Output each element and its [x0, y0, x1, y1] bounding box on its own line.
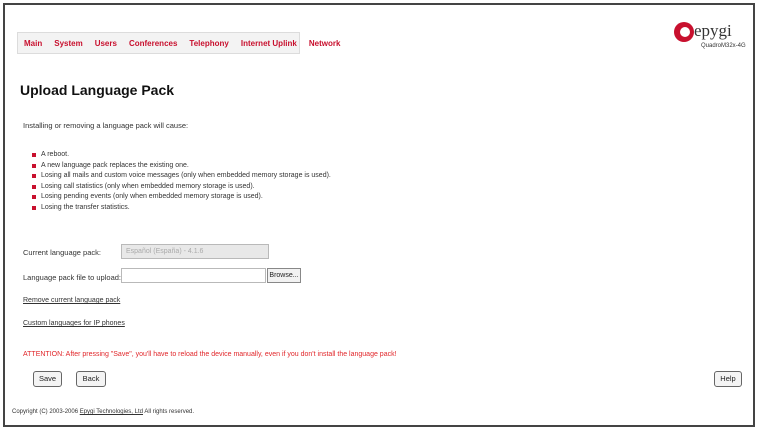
menu-item-system[interactable]: System: [54, 39, 82, 48]
back-button[interactable]: Back: [76, 371, 106, 387]
browse-button[interactable]: Browse...: [267, 268, 301, 283]
copyright-prefix: Copyright (C) 2003-2006: [12, 409, 79, 415]
copyright-suffix: All rights reserved.: [144, 409, 195, 415]
footer-copyright: Copyright (C) 2003-2006 Epygi Technologi…: [12, 409, 194, 415]
list-item: A reboot.: [32, 150, 331, 161]
save-button[interactable]: Save: [33, 371, 62, 387]
menu-item-network[interactable]: Network: [309, 39, 341, 48]
list-item: Losing the transfer statistics.: [32, 203, 331, 214]
device-model: QuadroM32x-4G: [701, 43, 746, 49]
file-upload-input[interactable]: [121, 268, 266, 283]
menu-item-telephony[interactable]: Telephony: [189, 39, 228, 48]
help-button[interactable]: Help: [714, 371, 742, 387]
page-title: Upload Language Pack: [20, 82, 175, 98]
list-item: Losing pending events (only when embedde…: [32, 192, 331, 203]
menu-item-users[interactable]: Users: [95, 39, 117, 48]
top-menu-bar: Main System Users Conferences Telephony …: [17, 32, 340, 54]
logo-mark-icon: [674, 22, 694, 42]
intro-text: Installing or removing a language pack w…: [23, 121, 189, 130]
file-upload-label: Language pack file to upload:: [23, 273, 121, 282]
logo-wordmark: epygi: [694, 21, 732, 40]
custom-languages-link[interactable]: Custom languages for IP phones: [23, 320, 125, 327]
menu-item-internet-uplink[interactable]: Internet Uplink: [241, 39, 297, 48]
list-item: Losing all mails and custom voice messag…: [32, 171, 331, 182]
current-language-field: Español (España) - 4.1.6: [121, 244, 269, 259]
main-window: [3, 3, 755, 427]
company-link[interactable]: Epygi Technologies, Ltd: [80, 409, 143, 415]
epygi-logo: epygi QuadroM32x-4G: [668, 18, 746, 58]
menu-item-main[interactable]: Main: [24, 39, 42, 48]
current-language-label: Current language pack:: [23, 248, 101, 257]
attention-warning: ATTENTION: After pressing "Save", you'll…: [23, 351, 397, 358]
consequence-list: A reboot. A new language pack replaces t…: [32, 150, 331, 213]
list-item: Losing call statistics (only when embedd…: [32, 182, 331, 193]
remove-language-pack-link[interactable]: Remove current language pack: [23, 297, 120, 304]
menu-item-conferences[interactable]: Conferences: [129, 39, 177, 48]
list-item: A new language pack replaces the existin…: [32, 161, 331, 172]
